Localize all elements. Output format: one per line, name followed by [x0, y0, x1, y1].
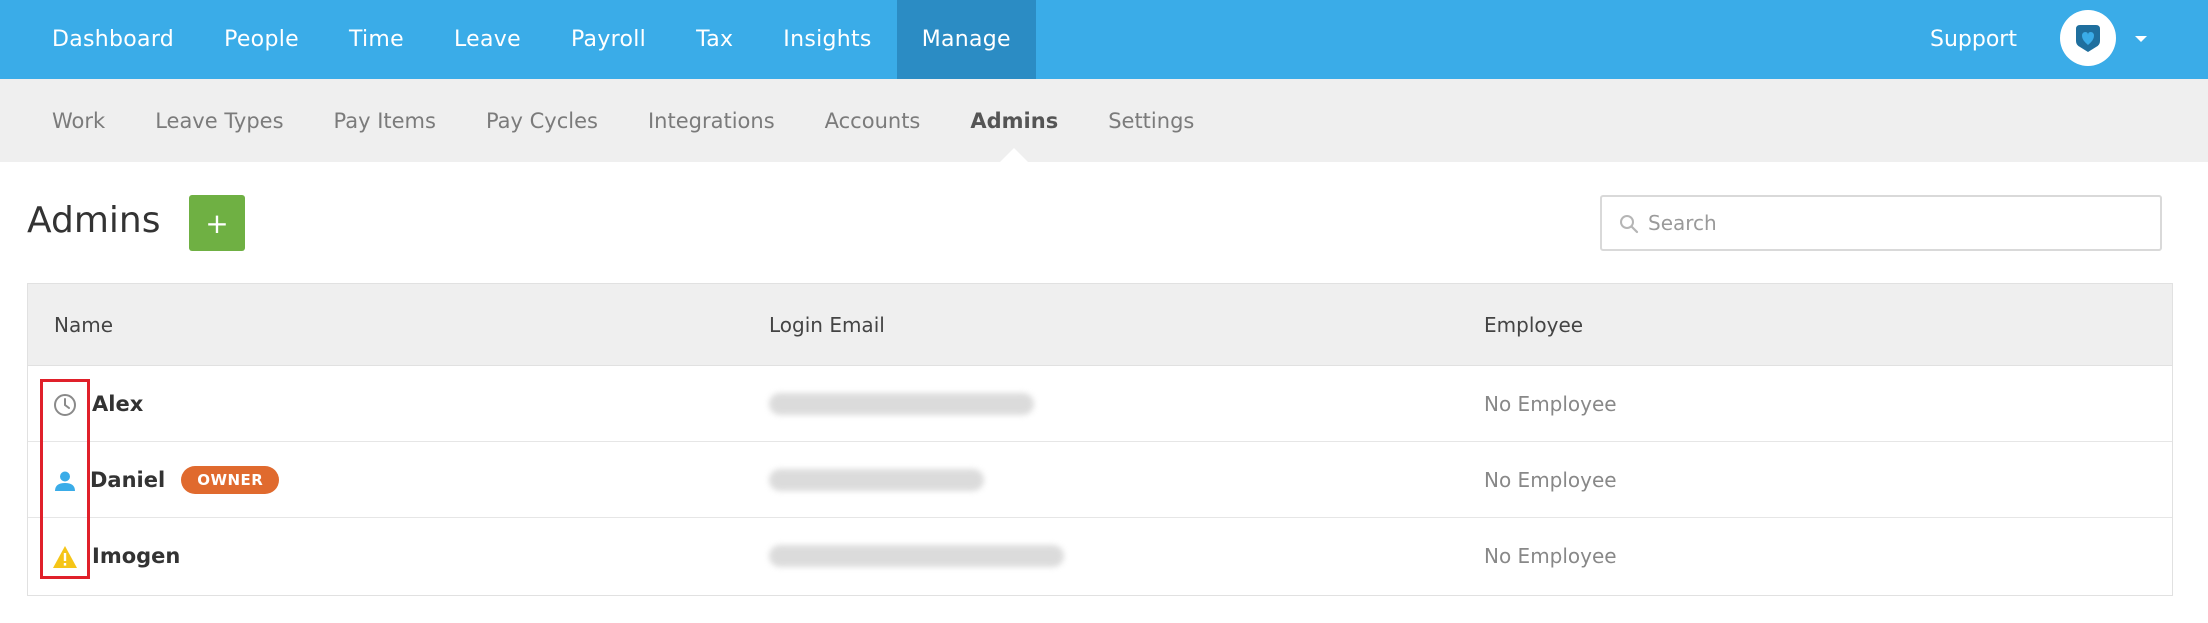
- sub-nav-items: Work Leave Types Pay Items Pay Cycles In…: [27, 79, 1219, 162]
- column-header-employee[interactable]: Employee: [1484, 284, 1583, 366]
- nav-item-dashboard[interactable]: Dashboard: [27, 0, 199, 79]
- name-cell: Daniel OWNER: [90, 442, 280, 518]
- nav-item-tax[interactable]: Tax: [671, 0, 758, 79]
- nav-item-people[interactable]: People: [199, 0, 324, 79]
- top-navigation: Dashboard People Time Leave Payroll Tax …: [0, 0, 2208, 79]
- nav-item-manage[interactable]: Manage: [896, 0, 1036, 79]
- email-cell: [769, 442, 984, 518]
- table-row[interactable]: Alex No Employee: [28, 366, 2172, 442]
- search-icon: [1620, 215, 1639, 234]
- add-admin-button[interactable]: +: [189, 195, 245, 251]
- search-box: [1600, 195, 2162, 251]
- table-row[interactable]: Daniel OWNER No Employee: [28, 442, 2172, 518]
- subnav-item-integrations[interactable]: Integrations: [623, 79, 800, 162]
- admin-name[interactable]: Daniel: [90, 468, 165, 492]
- employee-cell: No Employee: [1484, 366, 1617, 442]
- redacted-email: [769, 393, 1034, 415]
- nav-item-payroll[interactable]: Payroll: [546, 0, 671, 79]
- email-cell: [769, 366, 1034, 442]
- table-row[interactable]: Imogen No Employee: [28, 518, 2172, 594]
- subnav-item-admins[interactable]: Admins: [945, 79, 1083, 162]
- table-header: Name Login Email Employee: [28, 284, 2172, 366]
- column-header-login-email[interactable]: Login Email: [769, 284, 885, 366]
- name-cell: Imogen: [92, 518, 180, 594]
- employee-cell: No Employee: [1484, 442, 1617, 518]
- email-cell: [769, 518, 1064, 594]
- search-input[interactable]: [1648, 197, 2148, 249]
- employee-value: No Employee: [1484, 392, 1617, 416]
- subnav-item-settings[interactable]: Settings: [1083, 79, 1219, 162]
- employee-value: No Employee: [1484, 544, 1617, 568]
- nav-item-leave[interactable]: Leave: [429, 0, 546, 79]
- subnav-item-leave-types[interactable]: Leave Types: [130, 79, 308, 162]
- support-link[interactable]: Support: [1930, 0, 2017, 79]
- nav-item-insights[interactable]: Insights: [758, 0, 896, 79]
- subnav-item-pay-items[interactable]: Pay Items: [309, 79, 461, 162]
- subnav-item-accounts[interactable]: Accounts: [800, 79, 946, 162]
- company-logo-icon: [2076, 25, 2100, 52]
- redacted-email: [769, 469, 984, 491]
- employee-cell: No Employee: [1484, 518, 1617, 594]
- redacted-email: [769, 545, 1064, 567]
- subnav-item-work[interactable]: Work: [27, 79, 130, 162]
- chevron-down-icon[interactable]: [2132, 30, 2150, 48]
- subnav-item-pay-cycles[interactable]: Pay Cycles: [461, 79, 623, 162]
- admin-name[interactable]: Alex: [92, 392, 143, 416]
- admins-table: Name Login Email Employee Alex No Employ…: [27, 283, 2173, 596]
- column-header-name[interactable]: Name: [54, 284, 113, 366]
- employee-value: No Employee: [1484, 468, 1617, 492]
- status-icons-highlight: [40, 379, 90, 579]
- nav-item-time[interactable]: Time: [324, 0, 429, 79]
- page-title: Admins: [27, 200, 161, 241]
- owner-badge: OWNER: [181, 466, 280, 494]
- name-cell: Alex: [92, 366, 143, 442]
- top-nav-items: Dashboard People Time Leave Payroll Tax …: [27, 0, 1036, 79]
- sub-navigation: Work Leave Types Pay Items Pay Cycles In…: [0, 79, 2208, 162]
- account-avatar[interactable]: [2060, 10, 2116, 66]
- admin-name[interactable]: Imogen: [92, 544, 180, 568]
